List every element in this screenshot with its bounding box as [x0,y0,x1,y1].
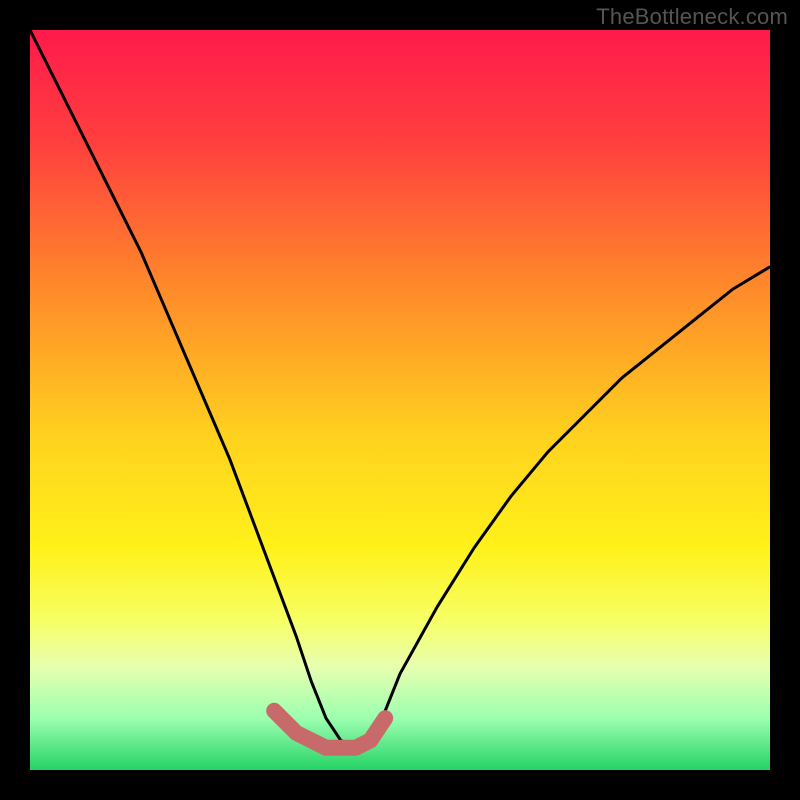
plot-area [30,30,770,770]
chart-frame: TheBottleneck.com [0,0,800,800]
gradient-background [30,30,770,770]
watermark-text: TheBottleneck.com [596,4,788,30]
bottleneck-chart [30,30,770,770]
